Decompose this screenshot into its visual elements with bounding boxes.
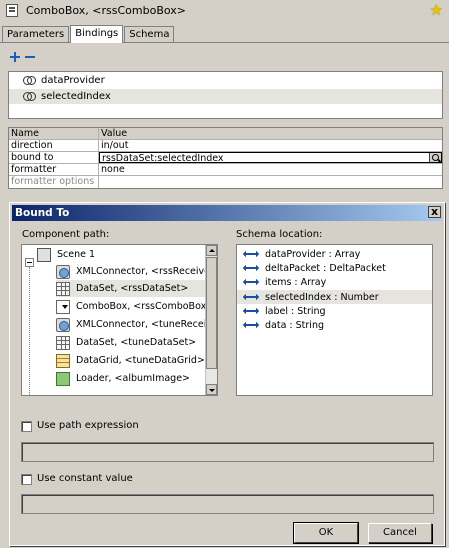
dataset-icon — [56, 281, 70, 296]
tree-guide-line — [29, 267, 30, 395]
close-icon[interactable]: x — [428, 206, 441, 218]
schema-field[interactable]: selectedIndex : Number — [237, 290, 432, 304]
tree-item-label: XMLConnector, <rssReceiveXMl — [76, 266, 218, 277]
property-name: formatter — [9, 164, 99, 175]
loader-icon — [56, 371, 70, 386]
schema-location-label: Schema location: — [236, 229, 323, 240]
tree-item-label: DataSet, <tuneDataSet> — [76, 337, 197, 348]
xml-connector-icon — [56, 317, 70, 332]
tree-item-label: Scene 1 — [57, 249, 96, 260]
star-icon[interactable]: ★ — [430, 2, 443, 18]
property-name: formatter options — [9, 176, 99, 188]
constant-value-field[interactable] — [21, 494, 434, 514]
schema-field-label: deltaPacket : DeltaPacket — [265, 262, 386, 274]
tree-item[interactable]: DataSet, <rssDataSet> — [56, 280, 206, 297]
property-value[interactable]: none — [99, 164, 442, 175]
property-row-bound-to[interactable]: bound to rssDataSet:selectedIndex — [9, 152, 442, 164]
property-value[interactable]: in/out — [99, 140, 442, 151]
bound-to-field[interactable]: rssDataSet:selectedIndex — [99, 152, 442, 163]
search-icon[interactable] — [429, 153, 441, 162]
schema-field[interactable]: dataProvider : Array — [237, 247, 432, 261]
bidirectional-arrow-icon — [243, 279, 259, 285]
property-row-direction[interactable]: direction in/out — [9, 140, 442, 152]
path-expression-field[interactable] — [21, 442, 434, 462]
property-value — [99, 176, 442, 188]
tree-item-label: XMLConnector, <tuneReceiveXl — [76, 319, 218, 330]
tree-item-label: Loader, <albumImage> — [76, 373, 191, 384]
use-constant-value-label: Use constant value — [37, 473, 133, 484]
scroll-up-icon[interactable] — [206, 245, 217, 256]
component-path-label: Component path: — [22, 229, 110, 240]
component-tree[interactable]: Scene 1 XMLConnector, <rssReceiveXMl Dat… — [21, 244, 218, 396]
use-path-expression-label: Use path expression — [37, 420, 139, 431]
tab-schema[interactable]: Schema — [124, 26, 175, 43]
bidirectional-arrow-icon — [243, 294, 259, 300]
binding-properties-grid: Name Value direction in/out bound to rss… — [8, 127, 443, 189]
binding-item-selectedindex[interactable]: selectedIndex — [9, 89, 442, 104]
schema-field[interactable]: label : String — [237, 304, 432, 318]
cancel-button[interactable]: Cancel — [368, 523, 432, 543]
schema-field[interactable]: items : Array — [237, 275, 432, 289]
scene-icon — [37, 247, 51, 262]
tree-item[interactable]: XMLConnector, <tuneReceiveXl — [56, 316, 217, 333]
xml-connector-icon — [56, 264, 70, 279]
bound-to-dialog: Bound To x Component path: Schema locati… — [9, 202, 445, 546]
name-column-header: Name — [9, 128, 99, 139]
schema-field-label: data : String — [265, 319, 324, 331]
combobox-icon — [56, 299, 70, 314]
tree-scrollbar[interactable] — [205, 245, 217, 395]
bound-to-value: rssDataSet:selectedIndex — [102, 153, 224, 163]
property-name: direction — [9, 140, 99, 151]
bidirectional-arrow-icon — [243, 322, 259, 328]
tree-item[interactable]: DataGrid, <tuneDataGrid> — [56, 352, 206, 369]
dataset-icon — [56, 335, 70, 350]
schema-field[interactable]: data : String — [237, 318, 432, 332]
binding-item-dataprovider[interactable]: dataProvider — [9, 73, 442, 88]
binding-label: dataProvider — [41, 75, 105, 86]
panel-title: ComboBox, <rssComboBox> — [26, 4, 186, 17]
tab-bar: Parameters Bindings Schema — [2, 25, 175, 43]
collapse-icon[interactable] — [25, 258, 34, 267]
bidirectional-arrow-icon — [243, 265, 259, 271]
schema-field-label: dataProvider : Array — [265, 248, 361, 260]
component-icon — [6, 4, 18, 17]
tree-item[interactable]: XMLConnector, <rssReceiveXMl — [56, 263, 217, 280]
schema-location-list[interactable]: dataProvider : Array deltaPacket : Delta… — [236, 244, 433, 396]
dialog-title: Bound To — [12, 205, 442, 221]
scroll-thumb[interactable] — [206, 257, 217, 369]
tab-divider — [0, 42, 449, 43]
tab-parameters[interactable]: Parameters — [2, 26, 70, 43]
schema-field-label: items : Array — [265, 276, 327, 288]
use-path-expression-checkbox[interactable] — [21, 421, 32, 432]
scroll-down-icon[interactable] — [206, 384, 217, 395]
tree-item-label: DataGrid, <tuneDataGrid> — [76, 355, 205, 366]
tree-item[interactable]: Loader, <albumImage> — [56, 370, 206, 387]
tree-item[interactable]: ComboBox, <rssComboBox> — [56, 298, 214, 315]
remove-binding-button[interactable] — [25, 52, 35, 62]
bidirectional-arrow-icon — [243, 308, 259, 314]
binding-label: selectedIndex — [41, 91, 111, 102]
bidirectional-arrow-icon — [243, 251, 259, 257]
schema-field[interactable]: deltaPacket : DeltaPacket — [237, 261, 432, 275]
tree-item-scene[interactable]: Scene 1 — [37, 246, 95, 263]
tab-bindings[interactable]: Bindings — [70, 25, 124, 43]
schema-field-label: selectedIndex : Number — [265, 291, 379, 303]
tree-item[interactable]: DataSet, <tuneDataSet> — [56, 334, 206, 351]
add-binding-button[interactable] — [10, 52, 20, 62]
schema-field-label: label : String — [265, 305, 326, 317]
binding-icon — [23, 76, 36, 85]
binding-icon — [23, 92, 36, 101]
ok-button[interactable]: OK — [293, 522, 359, 544]
use-constant-value-checkbox[interactable] — [21, 474, 32, 485]
tree-item-label: DataSet, <rssDataSet> — [76, 283, 189, 294]
property-row-formatter-options: formatter options — [9, 176, 442, 188]
panel-header: ComboBox, <rssComboBox> ★ — [0, 0, 449, 22]
property-name: bound to — [9, 152, 99, 163]
bindings-list: dataProvider selectedIndex — [8, 71, 443, 119]
tree-item-label: ComboBox, <rssComboBox> — [76, 301, 215, 312]
value-column-header: Value — [101, 128, 128, 139]
grid-header-row: Name Value — [9, 128, 442, 140]
datagrid-icon — [56, 353, 70, 368]
property-row-formatter[interactable]: formatter none — [9, 164, 442, 176]
